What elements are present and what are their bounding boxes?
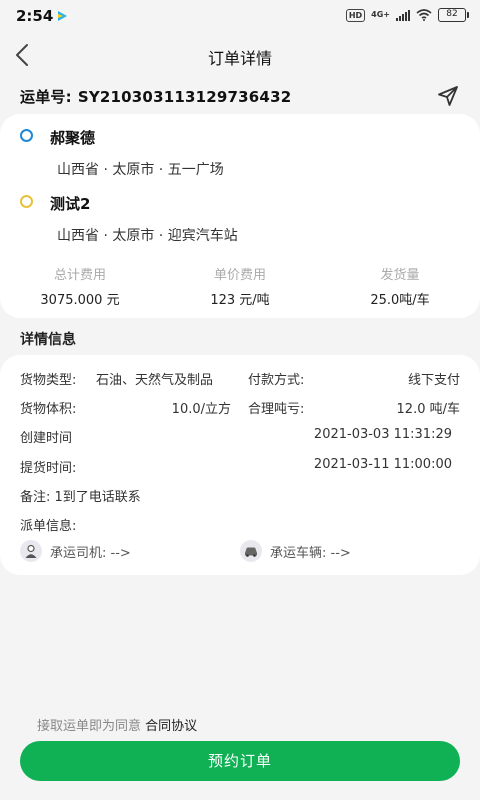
- driver-avatar-icon: [20, 540, 42, 562]
- remark-text: 备注: 1到了电话联系: [20, 490, 141, 505]
- status-time: 2:54: [16, 7, 54, 25]
- origin-name: 郝聚德: [50, 129, 96, 147]
- volume-value: 10.0/立方: [171, 402, 231, 417]
- origin-address: 山西省 · 太原市 · 五一广场: [57, 162, 224, 178]
- battery-indicator: 82: [438, 8, 469, 22]
- loss-value: 12.0 吨/车: [396, 402, 460, 417]
- detail-row-remark: 备注: 1到了电话联系: [20, 486, 460, 505]
- origin-dot-icon: [20, 129, 33, 142]
- agreement-text: 接取运单即为同意: [37, 719, 142, 734]
- created-value: 2021-03-03 11:31:29: [313, 427, 452, 442]
- route-card: 郝聚德 山西省 · 太原市 · 五一广场 测试2 山西省 · 太原市 · 迎宾汽…: [0, 114, 480, 318]
- created-label: 创建时间: [20, 431, 73, 446]
- detail-row-pickup: 提货时间: 2021-03-11 11:00:00: [20, 457, 460, 476]
- stat-label: 总计费用: [53, 268, 106, 283]
- driver-label: 承运司机: -->: [50, 545, 131, 561]
- details-card: 货物类型: 石油、天然气及制品 付款方式: 线下支付 货物体积: 10.0/立方…: [0, 355, 480, 575]
- details-section-title: 详情信息: [20, 332, 76, 348]
- loss-label: 合理吨亏:: [248, 402, 305, 417]
- carrier-driver-link[interactable]: 承运司机: -->: [20, 539, 131, 563]
- fee-stats: 总计费用 3075.000 元 单价费用 123 元/吨 发货量 25.0吨/车: [0, 264, 480, 308]
- page-title: 订单详情: [207, 49, 272, 68]
- video-app-icon: [58, 11, 67, 21]
- agreement-notice: 接取运单即为同意 合同协议: [37, 715, 197, 734]
- carrier-vehicle-link[interactable]: 承运车辆: -->: [240, 539, 351, 563]
- agreement-link[interactable]: 合同协议: [145, 719, 197, 734]
- destination-dot-icon: [20, 195, 33, 208]
- payment-label: 付款方式:: [248, 373, 305, 388]
- waybill-label: 运单号:: [20, 88, 72, 106]
- detail-row-dispatch: 派单信息:: [20, 515, 460, 534]
- destination-address: 山西省 · 太原市 · 迎宾汽车站: [57, 228, 238, 244]
- waybill-value: SY210303113129736432: [77, 88, 292, 106]
- detail-row-created: 创建时间 2021-03-03 11:31:29: [20, 427, 460, 446]
- volume-label: 货物体积:: [20, 402, 77, 417]
- destination-name: 测试2: [50, 195, 91, 213]
- stat-total-fee: 总计费用 3075.000 元: [0, 264, 160, 308]
- payment-value: 线下支付: [407, 373, 460, 388]
- hd-badge: HD: [345, 8, 366, 22]
- vehicle-label: 承运车辆: -->: [270, 545, 351, 561]
- stat-label: 单价费用: [213, 268, 266, 283]
- cargo-type-value: 石油、天然气及制品: [96, 373, 214, 388]
- stat-value: 25.0吨/车: [370, 293, 430, 308]
- dispatch-label: 派单信息:: [20, 519, 77, 534]
- status-bar: 2:54 HD 4G+ 82: [0, 0, 480, 32]
- stat-label: 发货量: [380, 268, 420, 283]
- stat-value: 3075.000 元: [40, 293, 120, 308]
- detail-row-volume: 货物体积: 10.0/立方 合理吨亏: 12.0 吨/车: [20, 398, 460, 417]
- stat-value: 123 元/吨: [210, 293, 270, 308]
- navigation-send-icon[interactable]: [436, 84, 460, 108]
- network-type: 4G+: [371, 10, 390, 19]
- detail-row-cargo: 货物类型: 石油、天然气及制品 付款方式: 线下支付: [20, 369, 460, 388]
- stat-unit-price: 单价费用 123 元/吨: [160, 264, 320, 308]
- nav-bar: 订单详情: [0, 32, 480, 78]
- signal-icon: [396, 9, 410, 21]
- pickup-label: 提货时间:: [20, 461, 77, 476]
- wifi-icon: [416, 9, 432, 21]
- waybill-number: 运单号: SY210303113129736432: [20, 86, 291, 107]
- stat-shipment-volume: 发货量 25.0吨/车: [320, 264, 480, 308]
- car-icon: [240, 540, 262, 562]
- book-order-button[interactable]: 预约订单: [20, 741, 460, 781]
- cargo-type-label: 货物类型:: [20, 373, 77, 388]
- pickup-value: 2021-03-11 11:00:00: [313, 457, 452, 472]
